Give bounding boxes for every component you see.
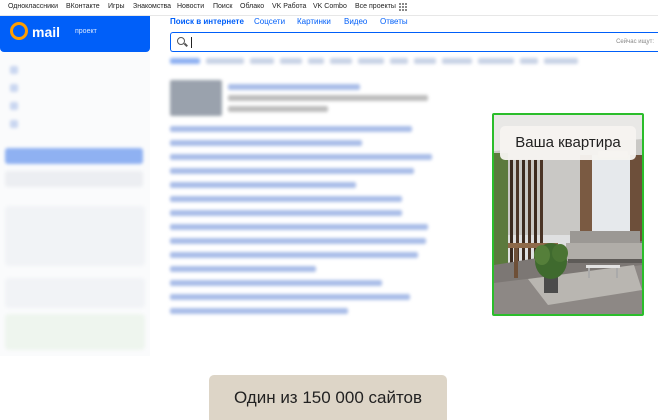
news-category — [544, 58, 578, 64]
caption-banner: Один из 150 000 сайтов — [209, 375, 447, 420]
news-link — [170, 266, 316, 272]
news-link — [170, 126, 412, 132]
sidebar-item-1 — [10, 66, 24, 74]
portal-link-dating[interactable]: Знакомства — [133, 3, 171, 10]
news-link — [170, 154, 432, 160]
search-icon — [177, 37, 185, 45]
mail-sidebar: mail проект — [0, 16, 150, 356]
portal-link-news[interactable]: Новости — [177, 3, 204, 10]
news-link — [170, 280, 382, 286]
brand-name: mail — [32, 24, 61, 40]
portal-bar: Одноклассники ВКонтакте Игры Знакомства … — [0, 0, 658, 16]
sidebar-item-4 — [10, 120, 24, 128]
news-category-active — [170, 58, 200, 64]
tab-web-search[interactable]: Поиск в интернете — [170, 17, 244, 26]
apartment-promo-card[interactable]: Ваша квартира — [492, 113, 644, 316]
portal-link-vk-work[interactable]: VK Работа — [272, 3, 306, 10]
tab-social[interactable]: Соцсети — [254, 17, 285, 26]
news-link — [170, 224, 428, 230]
search-input[interactable]: Сейчас ищут: — [170, 32, 658, 52]
news-link — [170, 168, 414, 174]
portal-link-all-projects[interactable]: Все проекты — [355, 3, 396, 10]
news-link — [170, 238, 426, 244]
news-categories — [170, 58, 658, 68]
portal-link-odnoklassniki[interactable]: Одноклассники — [8, 3, 58, 10]
news-link — [170, 308, 348, 314]
tab-answers[interactable]: Ответы — [380, 17, 408, 26]
mail-logo[interactable]: mail проект — [0, 16, 150, 52]
news-link — [170, 294, 410, 300]
sidebar-secondary-button — [5, 171, 143, 187]
sidebar-currency-block — [5, 278, 145, 308]
brand-project-label: проект — [75, 28, 97, 35]
news-category — [414, 58, 436, 64]
sidebar-item-2 — [10, 84, 24, 92]
sidebar-weather-block — [5, 206, 145, 266]
news-thumbnail — [170, 80, 222, 116]
news-link — [170, 140, 362, 146]
news-category — [358, 58, 384, 64]
portal-link-cloud[interactable]: Облако — [240, 3, 264, 10]
news-category — [330, 58, 352, 64]
news-category — [250, 58, 274, 64]
news-link — [170, 196, 402, 202]
sidebar-horoscope-block — [5, 314, 145, 350]
news-category — [206, 58, 244, 64]
news-link — [170, 182, 356, 188]
news-link — [170, 210, 402, 216]
at-sign-icon — [10, 22, 28, 40]
portal-link-search[interactable]: Поиск — [213, 3, 232, 10]
news-category — [308, 58, 324, 64]
promo-label: Ваша квартира — [500, 126, 636, 160]
news-category — [442, 58, 472, 64]
portal-link-vkontakte[interactable]: ВКонтакте — [66, 3, 100, 10]
trending-hint: Сейчас ищут: — [616, 39, 654, 45]
portal-link-games[interactable]: Игры — [108, 3, 125, 10]
news-category — [390, 58, 408, 64]
news-lead — [228, 106, 328, 112]
news-category — [280, 58, 302, 64]
sidebar-primary-button — [5, 148, 143, 164]
news-category — [520, 58, 538, 64]
news-lead — [228, 95, 428, 101]
news-category — [478, 58, 514, 64]
tab-video[interactable]: Видео — [344, 17, 367, 26]
apps-grid-icon[interactable] — [399, 3, 407, 11]
news-link — [170, 252, 418, 258]
news-headline — [228, 84, 360, 90]
portal-link-vk-combo[interactable]: VK Combo — [313, 3, 347, 10]
sidebar-item-3 — [10, 102, 24, 110]
tab-images[interactable]: Картинки — [297, 17, 331, 26]
text-caret — [191, 37, 192, 48]
